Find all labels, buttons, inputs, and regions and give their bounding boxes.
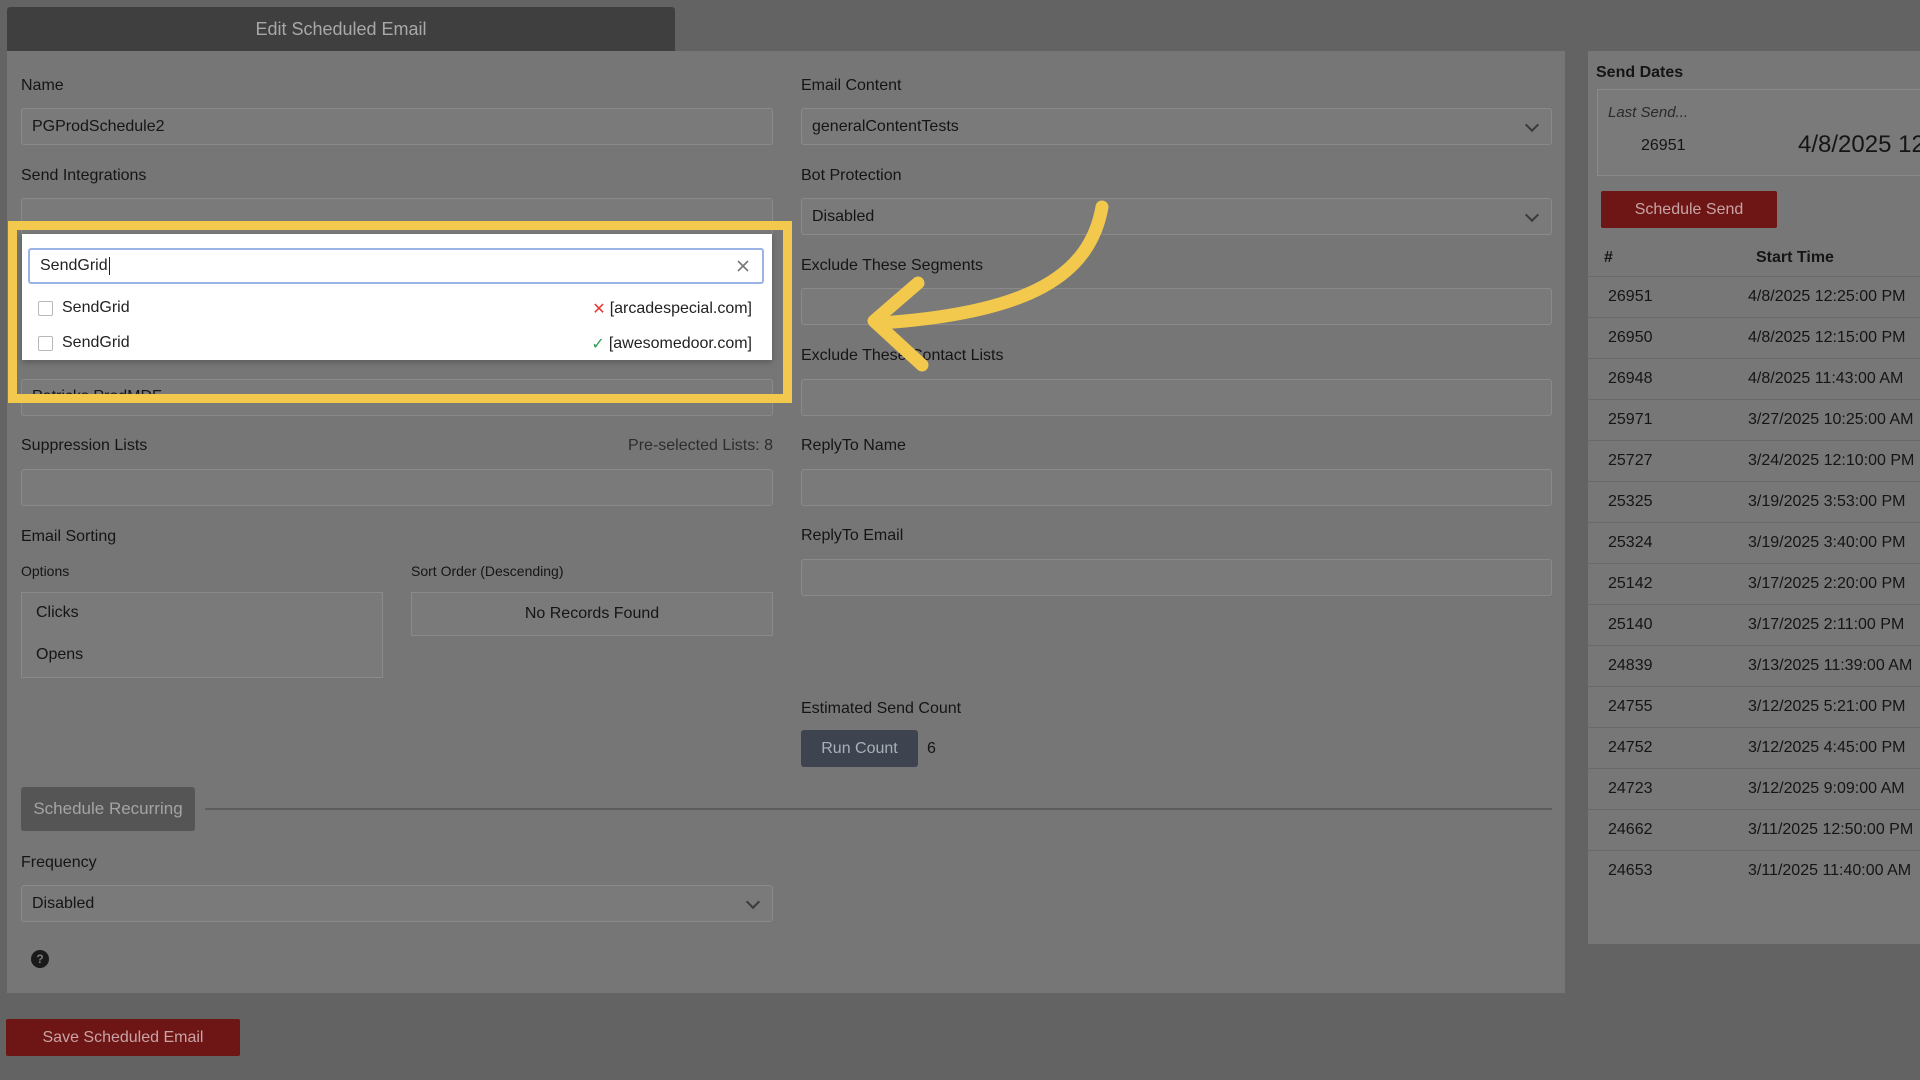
row-start-time: 3/27/2025 10:25:00 AM xyxy=(1748,411,1914,428)
table-row[interactable]: 24839 3/13/2025 11:39:00 AM xyxy=(1588,645,1920,686)
column-id-header: # xyxy=(1604,249,1613,266)
page-title-tab: Edit Scheduled Email xyxy=(7,7,675,51)
name-label: Name xyxy=(21,77,64,94)
run-count-button[interactable]: Run Count xyxy=(801,730,918,767)
row-id: 25142 xyxy=(1608,575,1653,592)
chevron-down-icon xyxy=(1524,117,1540,132)
table-row[interactable]: 26951 4/8/2025 12:25:00 PM xyxy=(1588,276,1920,317)
sort-order-label: Sort Order (Descending) xyxy=(411,563,564,579)
frequency-label: Frequency xyxy=(21,854,97,871)
email-content-select[interactable]: generalContentTests xyxy=(801,108,1552,145)
last-send-id: 26951 xyxy=(1641,137,1686,154)
last-send-label: Last Send... xyxy=(1608,104,1689,121)
sort-option-opens[interactable]: Opens xyxy=(36,646,83,664)
save-scheduled-email-button[interactable]: Save Scheduled Email xyxy=(6,1019,240,1056)
sort-order-empty: No Records Found xyxy=(411,592,773,636)
email-sorting-label: Email Sorting xyxy=(21,528,117,545)
preselected-lists-count: Pre-selected Lists: 8 xyxy=(628,437,773,454)
send-dates-table-header: # Start Time xyxy=(1588,240,1920,276)
table-row[interactable]: 24662 3/11/2025 12:50:00 PM xyxy=(1588,809,1920,850)
table-row[interactable]: 25727 3/24/2025 12:10:00 PM xyxy=(1588,440,1920,481)
highlight-box xyxy=(8,221,792,403)
chevron-down-icon xyxy=(1524,207,1540,222)
table-row[interactable]: 24755 3/12/2025 5:21:00 PM xyxy=(1588,686,1920,727)
row-start-time: 3/19/2025 3:53:00 PM xyxy=(1748,493,1906,510)
table-row[interactable]: 24752 3/12/2025 4:45:00 PM xyxy=(1588,727,1920,768)
row-id: 26951 xyxy=(1608,288,1653,305)
row-start-time: 3/24/2025 12:10:00 PM xyxy=(1748,452,1915,469)
help-icon[interactable]: ? xyxy=(31,950,49,968)
row-start-time: 3/13/2025 11:39:00 AM xyxy=(1748,657,1913,674)
estimated-send-count-label: Estimated Send Count xyxy=(801,700,962,717)
row-id: 24723 xyxy=(1608,780,1653,797)
row-start-time: 3/12/2025 5:21:00 PM xyxy=(1748,698,1906,715)
table-row[interactable]: 25140 3/17/2025 2:11:00 PM xyxy=(1588,604,1920,645)
last-send-box: Last Send... 26951 4/8/2025 12 xyxy=(1597,89,1920,176)
row-id: 25324 xyxy=(1608,534,1653,551)
options-label: Options xyxy=(21,563,70,579)
suppression-lists-input[interactable] xyxy=(21,469,773,506)
row-start-time: 3/19/2025 3:40:00 PM xyxy=(1748,534,1906,551)
estimated-count-value: 6 xyxy=(927,740,936,757)
column-start-time-header: Start Time xyxy=(1756,249,1834,266)
row-id: 25727 xyxy=(1608,452,1653,469)
schedule-send-button[interactable]: Schedule Send xyxy=(1601,191,1777,228)
email-content-label: Email Content xyxy=(801,77,902,94)
row-id: 24755 xyxy=(1608,698,1653,715)
row-start-time: 3/11/2025 12:50:00 PM xyxy=(1748,821,1914,838)
send-integrations-label: Send Integrations xyxy=(21,167,147,184)
row-start-time: 4/8/2025 12:25:00 PM xyxy=(1748,288,1906,305)
row-id: 24839 xyxy=(1608,657,1653,674)
table-row[interactable]: 25971 3/27/2025 10:25:00 AM xyxy=(1588,399,1920,440)
row-id: 24752 xyxy=(1608,739,1653,756)
table-row[interactable]: 24653 3/11/2025 11:40:00 AM xyxy=(1588,850,1920,891)
row-id: 24662 xyxy=(1608,821,1653,838)
reply-to-name-label: ReplyTo Name xyxy=(801,437,906,454)
bot-protection-label: Bot Protection xyxy=(801,167,902,184)
row-start-time: 4/8/2025 11:43:00 AM xyxy=(1748,370,1904,387)
table-row[interactable]: 25324 3/19/2025 3:40:00 PM xyxy=(1588,522,1920,563)
row-id: 25971 xyxy=(1608,411,1653,428)
last-send-date: 4/8/2025 12 xyxy=(1798,131,1920,158)
name-input[interactable]: PGProdSchedule2 xyxy=(21,108,773,145)
row-start-time: 3/17/2025 2:11:00 PM xyxy=(1748,616,1905,633)
row-start-time: 3/17/2025 2:20:00 PM xyxy=(1748,575,1906,592)
row-id: 26950 xyxy=(1608,329,1653,346)
table-row[interactable]: 26948 4/8/2025 11:43:00 AM xyxy=(1588,358,1920,399)
row-id: 25325 xyxy=(1608,493,1653,510)
table-row[interactable]: 26950 4/8/2025 12:15:00 PM xyxy=(1588,317,1920,358)
table-row[interactable]: 24723 3/12/2025 9:09:00 AM xyxy=(1588,768,1920,809)
reply-to-email-input[interactable] xyxy=(801,559,1552,596)
row-id: 25140 xyxy=(1608,616,1653,633)
schedule-recurring-button[interactable]: Schedule Recurring xyxy=(21,787,195,831)
email-content-value: generalContentTests xyxy=(812,117,959,135)
reply-to-name-input[interactable] xyxy=(801,469,1552,506)
section-divider xyxy=(205,808,1552,810)
exclude-contact-lists-input[interactable] xyxy=(801,379,1552,416)
frequency-select[interactable]: Disabled xyxy=(21,885,773,922)
reply-to-email-label: ReplyTo Email xyxy=(801,527,904,544)
sort-option-clicks[interactable]: Clicks xyxy=(36,604,79,622)
row-id: 24653 xyxy=(1608,862,1653,879)
send-dates-title: Send Dates xyxy=(1596,64,1684,81)
annotation-arrow-icon xyxy=(867,200,1109,372)
row-start-time: 3/12/2025 9:09:00 AM xyxy=(1748,780,1905,797)
table-row[interactable]: 25142 3/17/2025 2:20:00 PM xyxy=(1588,563,1920,604)
chevron-down-icon xyxy=(745,894,761,909)
row-start-time: 3/11/2025 11:40:00 AM xyxy=(1748,862,1912,879)
table-row[interactable]: 25325 3/19/2025 3:53:00 PM xyxy=(1588,481,1920,522)
row-id: 26948 xyxy=(1608,370,1653,387)
row-start-time: 3/12/2025 4:45:00 PM xyxy=(1748,739,1906,756)
main-form-panel xyxy=(7,51,1565,993)
row-start-time: 4/8/2025 12:15:00 PM xyxy=(1748,329,1906,346)
suppression-lists-label: Suppression Lists xyxy=(21,437,148,454)
frequency-value: Disabled xyxy=(32,894,95,912)
sort-options-list[interactable]: Clicks Opens xyxy=(21,592,383,678)
